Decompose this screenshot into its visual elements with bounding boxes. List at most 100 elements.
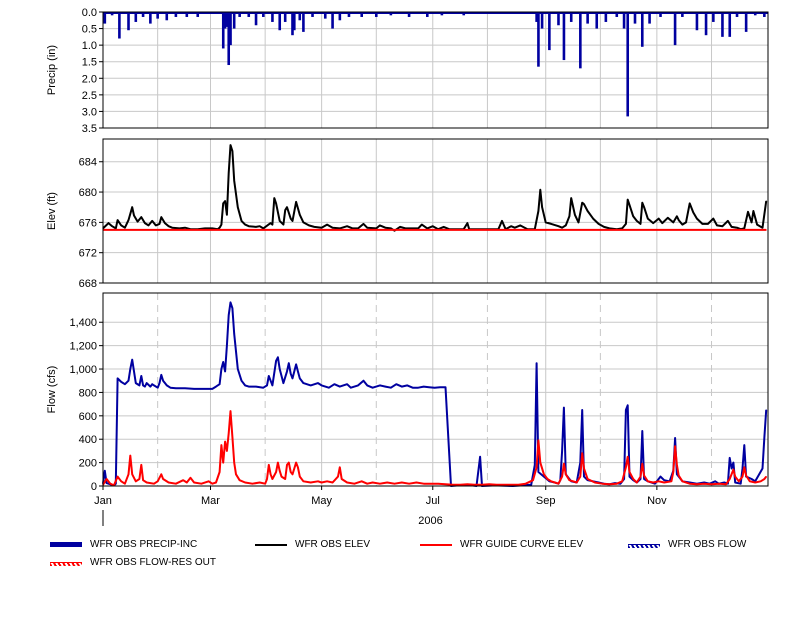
flow-wfr-obs-flow-res-out-point <box>160 473 162 475</box>
elev-wfr-obs-elev-point <box>707 223 709 225</box>
flow-wfr-obs-flow-res-out-point <box>488 483 490 485</box>
elev-wfr-guide-curve-elev-point <box>765 229 767 231</box>
elev-wfr-obs-elev-point <box>308 224 310 226</box>
flow-wfr-obs-flow-res-out-point <box>302 480 305 482</box>
elev-wfr-obs-elev-point <box>541 206 543 208</box>
elev-wfr-obs-elev-point <box>443 226 445 228</box>
flow-y-tick-label: 1,200 <box>69 341 97 353</box>
elev-wfr-obs-elev-point <box>178 227 181 230</box>
legend-label-obs-elev: WFR OBS ELEV <box>295 539 371 550</box>
elev-wfr-obs-elev-point <box>426 227 428 230</box>
x-tick-label-jan: Jan <box>94 495 112 507</box>
flow-wfr-obs-flow-point <box>295 363 297 365</box>
flow-wfr-obs-flow-res-out-point <box>200 483 202 485</box>
flow-wfr-obs-flow-res-out-point <box>277 462 279 464</box>
flow-wfr-obs-flow-point <box>286 370 288 372</box>
elev-wfr-obs-elev-point <box>270 222 272 224</box>
elev-wfr-obs-elev-point <box>421 224 423 226</box>
precip-y-tick-label: 2.5 <box>82 90 97 102</box>
elev-wfr-obs-elev-point <box>299 214 301 216</box>
flow-wfr-obs-flow-res-out-point <box>676 464 678 466</box>
flow-wfr-obs-flow-res-out-point <box>106 478 108 480</box>
flow-wfr-obs-flow-res-out-point <box>326 480 328 482</box>
elev-wfr-obs-elev-point <box>628 204 631 206</box>
flow-wfr-obs-flow-point <box>563 407 565 409</box>
elev-wfr-obs-elev-point <box>231 150 233 152</box>
flow-wfr-obs-flow-res-out-point <box>339 466 341 468</box>
flow-wfr-obs-flow-res-out-point <box>437 483 439 485</box>
precip-wfr-obs-precip-inc-bar <box>118 12 121 39</box>
precip-y-tick-label: 3.0 <box>82 106 97 118</box>
precip-wfr-obs-precip-inc-bar <box>278 12 282 31</box>
precip-wfr-obs-precip-inc-bar <box>540 12 544 29</box>
flow-wfr-obs-flow-res-out-point <box>430 483 432 485</box>
elev-wfr-obs-elev-point <box>127 219 130 221</box>
flow-wfr-obs-flow-point <box>729 457 731 459</box>
elev-wfr-obs-elev-point <box>275 202 277 205</box>
flow-wfr-obs-flow-point <box>299 377 301 379</box>
flow-wfr-obs-flow-point <box>222 361 224 363</box>
flow-wfr-obs-flow-point <box>279 368 281 370</box>
elev-wfr-obs-elev-point <box>565 224 567 226</box>
flow-wfr-obs-flow-point <box>166 384 168 387</box>
flow-wfr-obs-flow-point <box>433 387 436 389</box>
flow-wfr-obs-flow-point <box>158 382 161 384</box>
elev-wfr-obs-elev-point <box>557 225 560 227</box>
precip-wfr-obs-precip-inc-bar <box>579 12 582 69</box>
elev-wfr-obs-elev-point <box>672 221 674 223</box>
elev-wfr-obs-elev-point <box>357 227 359 230</box>
elev-wfr-obs-elev-point <box>219 227 221 229</box>
flow-wfr-obs-flow-res-out-point <box>226 450 228 452</box>
elev-wfr-obs-elev-point <box>155 224 157 226</box>
flow-wfr-obs-flow-res-out-point <box>536 466 538 468</box>
flow-wfr-obs-flow-point <box>379 384 381 387</box>
elev-wfr-obs-elev-point <box>466 222 468 224</box>
flow-wfr-obs-flow-res-out-point <box>587 478 589 480</box>
elev-wfr-obs-elev-point <box>384 227 386 229</box>
flow-wfr-obs-flow-point <box>184 387 186 389</box>
flow-wfr-obs-flow-res-out-point <box>208 480 210 482</box>
flow-wfr-obs-flow-res-out-point <box>129 454 131 457</box>
flow-y-tick-label: 400 <box>79 434 97 446</box>
flow-wfr-obs-flow-res-out-point <box>561 476 563 478</box>
flow-wfr-obs-flow-res-out-point <box>525 483 527 485</box>
flow-wfr-obs-flow-point <box>248 385 250 388</box>
elev-wfr-obs-elev-point <box>721 225 724 227</box>
elev-wfr-obs-elev-point <box>352 227 354 230</box>
elev-wfr-obs-elev-point <box>639 223 642 225</box>
flow-wfr-obs-flow-res-out-point <box>193 481 195 484</box>
precip-wfr-obs-precip-inc-bar <box>232 12 236 29</box>
flow-wfr-obs-flow-res-out-point <box>153 483 155 485</box>
elev-wfr-obs-elev-point <box>689 202 691 205</box>
flow-wfr-obs-flow-res-out-point <box>280 476 283 478</box>
flow-wfr-obs-flow-res-out-point <box>264 483 266 485</box>
flow-wfr-obs-flow-res-out-point <box>167 481 170 484</box>
flow-wfr-obs-flow-point <box>366 384 368 387</box>
flow-wfr-obs-flow-point <box>231 307 233 309</box>
flow-wfr-obs-flow-res-out-point <box>239 479 241 481</box>
flow-wfr-obs-flow-point <box>131 359 133 361</box>
precip-y-tick-label: 1.0 <box>82 40 97 52</box>
flow-wfr-obs-flow-res-out-point <box>725 483 727 485</box>
flow-wfr-obs-flow-point <box>262 387 264 389</box>
flow-wfr-obs-flow-point <box>328 387 330 389</box>
elev-wfr-obs-elev-point <box>581 202 583 204</box>
flow-wfr-obs-flow-point <box>625 409 627 411</box>
elev-y-axis-label: Elev (ft) <box>46 192 58 230</box>
flow-wfr-obs-flow-res-out-point <box>703 483 705 485</box>
elev-wfr-obs-elev-point <box>570 197 572 199</box>
flow-wfr-obs-flow-res-out-point <box>760 480 762 482</box>
elev-wfr-obs-elev-point <box>362 223 365 225</box>
flow-wfr-obs-flow-res-out-point <box>452 484 454 486</box>
legend-label-obs-precip: WFR OBS PRECIP-INC <box>90 539 198 550</box>
flow-wfr-obs-flow-point <box>321 384 323 387</box>
elev-wfr-obs-elev-point <box>765 200 767 202</box>
flow-wfr-obs-flow-point <box>641 430 643 432</box>
elev-wfr-obs-elev-point <box>539 189 541 191</box>
flow-wfr-obs-flow-res-out-point <box>297 466 299 468</box>
elev-wfr-obs-elev-point <box>120 224 122 226</box>
elev-wfr-obs-elev-point <box>661 222 663 224</box>
flow-wfr-obs-flow-point <box>124 383 126 385</box>
elev-wfr-obs-elev-point <box>286 206 288 208</box>
flow-wfr-obs-flow-point <box>583 476 585 478</box>
